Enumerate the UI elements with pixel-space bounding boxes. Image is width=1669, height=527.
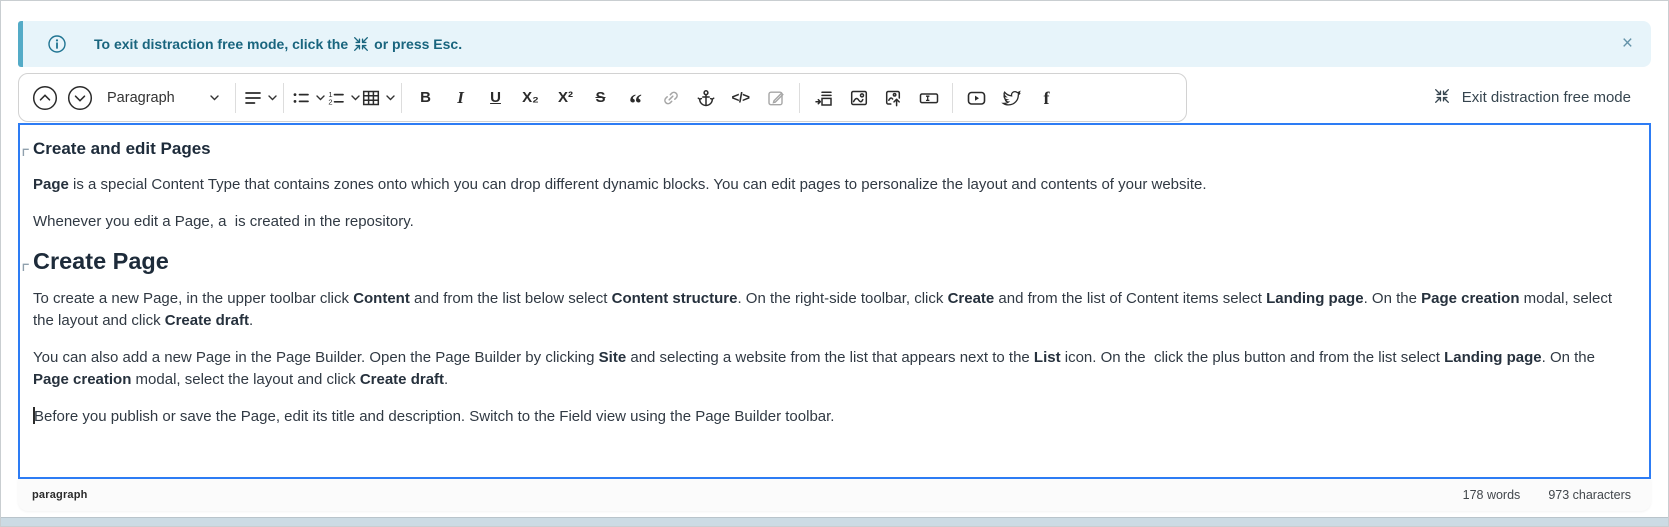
exit-distraction-free-button[interactable]: Exit distraction free mode — [1433, 87, 1631, 109]
twitter-icon — [1001, 88, 1022, 108]
compress-icon — [352, 35, 370, 53]
toolbar-divider — [799, 83, 800, 113]
bold-button[interactable]: B — [408, 80, 443, 116]
page-background-strip — [1, 517, 1668, 526]
superscript-icon: X² — [558, 90, 573, 105]
editor-status-bar: paragraph 178 words 973 characters — [18, 479, 1651, 511]
twitter-embed-button[interactable] — [994, 80, 1029, 116]
paragraph-style-label: Paragraph — [107, 90, 175, 106]
link-icon — [661, 88, 681, 108]
editor-paragraph[interactable]: You can also add a new Page in the Page … — [33, 347, 1635, 391]
upload-image-button[interactable] — [876, 80, 911, 116]
editor-content[interactable]: Create and edit Pages Page is a special C… — [18, 123, 1651, 479]
chevron-down-icon — [268, 95, 277, 101]
facebook-embed-button[interactable]: f — [1029, 80, 1064, 116]
chevron-down-icon — [351, 95, 360, 101]
chevron-down-icon — [386, 95, 395, 101]
subscript-button[interactable]: X₂ — [513, 80, 548, 116]
input-field-button[interactable] — [911, 80, 946, 116]
block-quote-icon: “ — [629, 89, 642, 107]
subscript-icon: X₂ — [522, 90, 539, 105]
underline-icon: U — [490, 90, 501, 105]
heading-marker-icon — [22, 142, 30, 162]
editor-heading[interactable]: Create and edit Pages — [33, 139, 1635, 159]
code-block-button[interactable]: </> — [723, 80, 758, 116]
bold-icon: B — [420, 90, 431, 105]
superscript-button[interactable]: X² — [548, 80, 583, 116]
toolbar-row: Paragraph — [18, 73, 1651, 122]
strikethrough-icon: S — [595, 90, 605, 105]
image-upload-icon — [884, 88, 904, 108]
edit-box-icon — [766, 88, 786, 108]
link-button[interactable] — [653, 80, 688, 116]
info-icon — [47, 34, 67, 54]
source-edit-button[interactable] — [758, 80, 793, 116]
italic-icon: I — [457, 89, 464, 106]
bulleted-list-button[interactable] — [290, 80, 325, 116]
anchor-icon — [696, 88, 716, 108]
input-field-icon — [918, 88, 940, 108]
editor-paragraph[interactable]: Whenever you edit a Page, a is created i… — [33, 211, 1635, 233]
insert-table-button[interactable] — [360, 80, 395, 116]
editor-paragraph[interactable]: Page is a special Content Type that cont… — [33, 174, 1635, 196]
exit-distraction-free-label: Exit distraction free mode — [1462, 89, 1631, 106]
word-character-counts: 178 words 973 characters — [1463, 488, 1631, 502]
chevron-down-icon — [316, 95, 325, 101]
compress-icon — [1433, 87, 1451, 109]
collapse-down-button[interactable] — [62, 80, 97, 116]
anchor-button[interactable] — [688, 80, 723, 116]
italic-button[interactable]: I — [443, 80, 478, 116]
exit-hint-banner: To exit distraction free mode, click the… — [18, 21, 1651, 67]
banner-close-button[interactable]: × — [1622, 21, 1633, 67]
insert-image-button[interactable] — [841, 80, 876, 116]
editor-paragraph[interactable]: Before you publish or save the Page, edi… — [33, 406, 1635, 428]
toolbar-divider — [283, 83, 284, 113]
toolbar-divider — [952, 83, 953, 113]
editor-toolbar: Paragraph — [18, 73, 1187, 122]
editor-heading[interactable]: Create Page — [33, 248, 1635, 275]
editor-paragraph[interactable]: To create a new Page, in the upper toolb… — [33, 288, 1635, 332]
text-alignment-button[interactable] — [242, 80, 277, 116]
facebook-icon: f — [1044, 89, 1050, 107]
numbered-list-button[interactable]: 1 2 — [325, 80, 360, 116]
insert-block-button[interactable] — [806, 80, 841, 116]
insert-block-icon — [814, 88, 834, 108]
image-icon — [849, 88, 869, 108]
chevron-down-icon — [210, 95, 219, 101]
toolbar-divider — [235, 83, 236, 113]
toolbar-divider — [401, 83, 402, 113]
youtube-icon — [966, 88, 987, 108]
youtube-embed-button[interactable] — [959, 80, 994, 116]
current-block-type: paragraph — [32, 489, 88, 501]
character-count: 973 characters — [1548, 488, 1631, 502]
collapse-up-button[interactable] — [27, 80, 62, 116]
underline-button[interactable]: U — [478, 80, 513, 116]
word-count: 178 words — [1463, 488, 1521, 502]
block-quote-button[interactable]: “ — [618, 80, 653, 116]
distraction-free-editor-screen: To exit distraction free mode, click the… — [0, 0, 1669, 527]
paragraph-style-dropdown[interactable]: Paragraph — [99, 80, 227, 116]
banner-message: To exit distraction free mode, click the… — [94, 35, 462, 53]
strikethrough-button[interactable]: S — [583, 80, 618, 116]
heading-marker-icon — [22, 251, 30, 278]
svg-text:2: 2 — [328, 97, 332, 106]
code-block-icon: </> — [731, 91, 749, 105]
